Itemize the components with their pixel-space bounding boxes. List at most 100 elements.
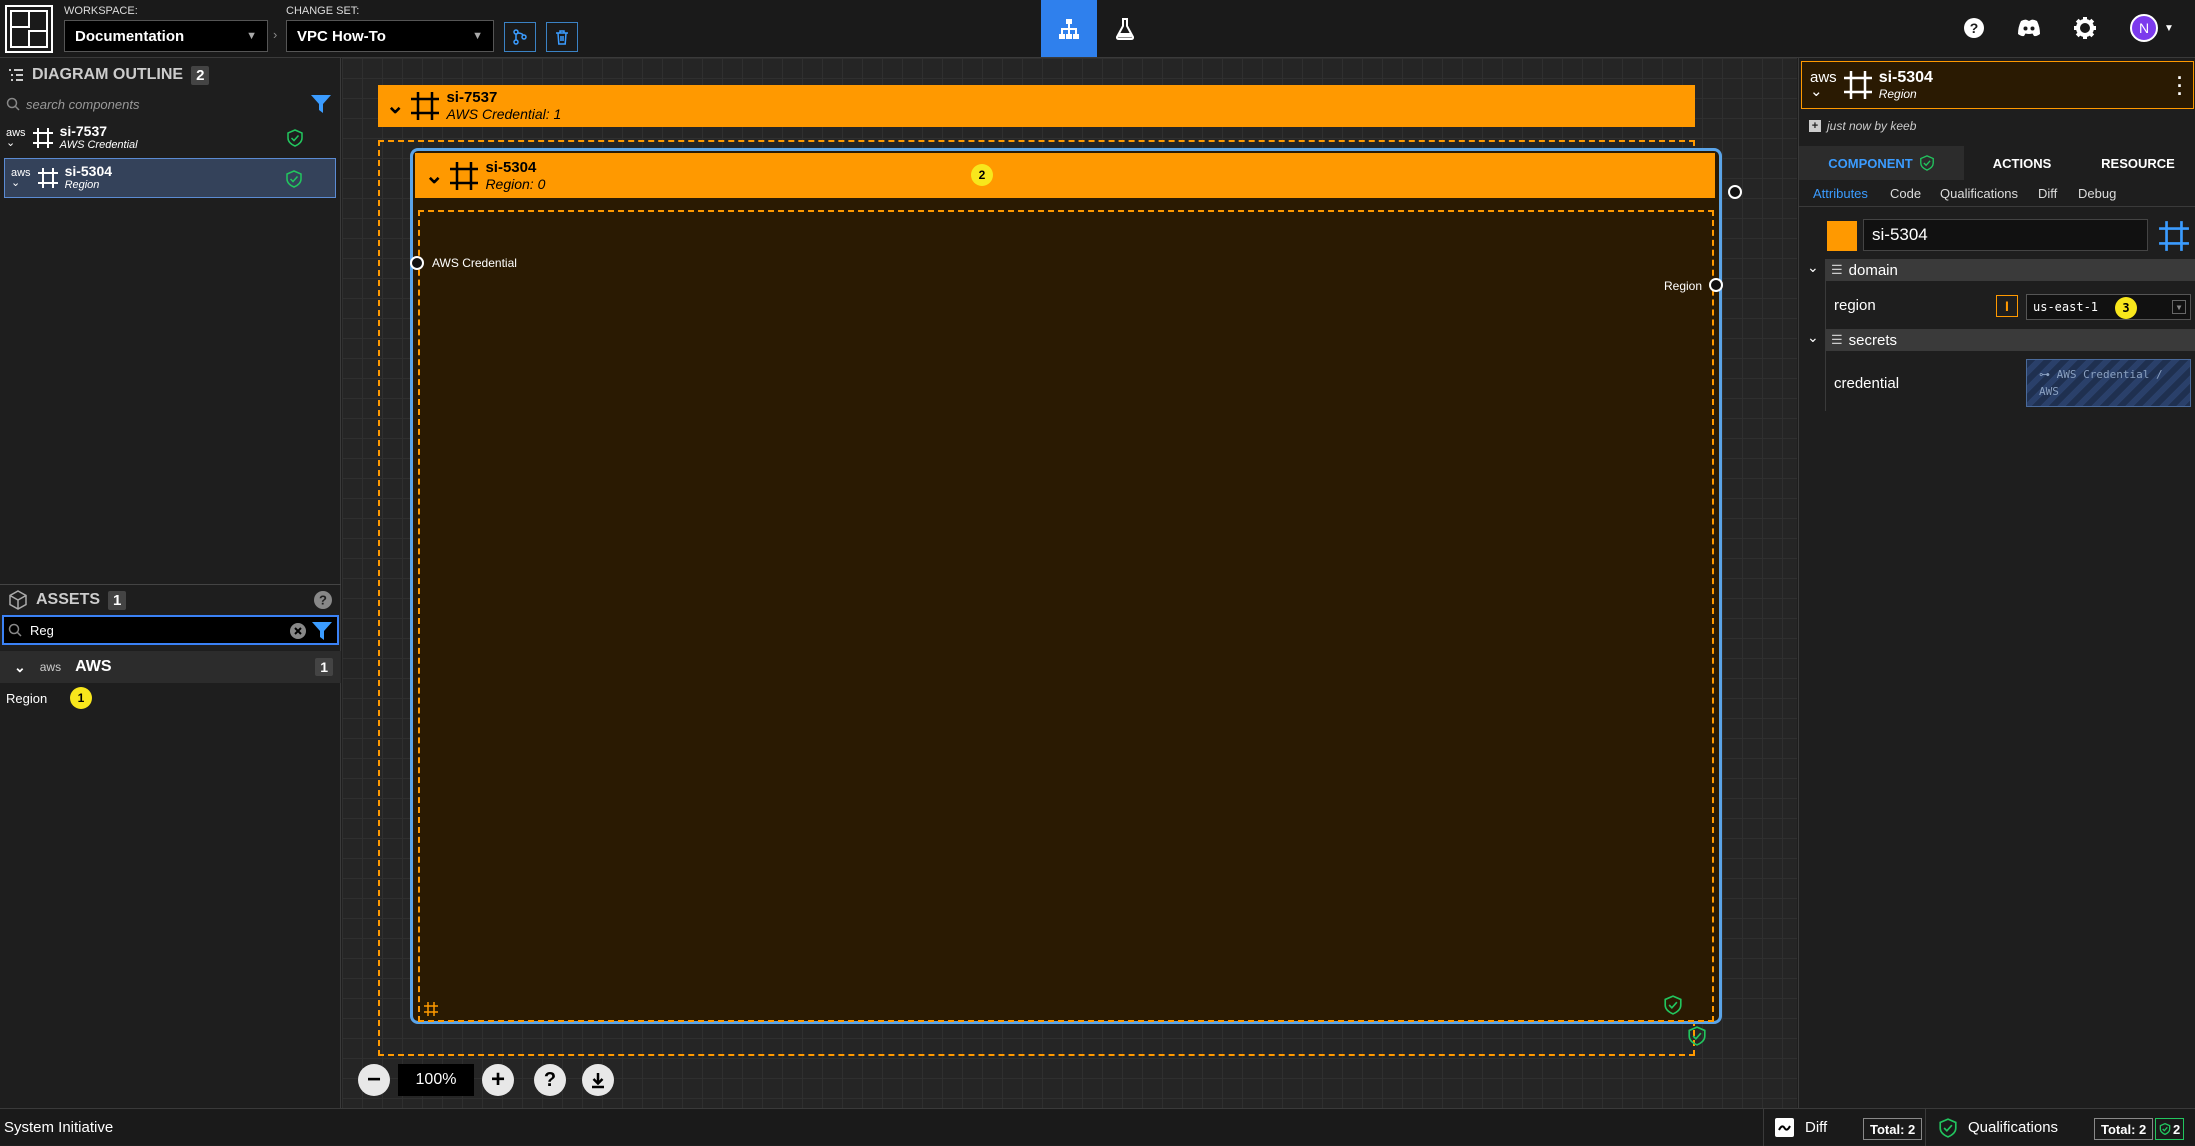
chevron-down-icon: ▼ bbox=[2172, 300, 2186, 314]
asset-search-input[interactable]: Reg bbox=[2, 615, 339, 645]
search-icon bbox=[6, 97, 20, 111]
trash-icon bbox=[556, 30, 568, 45]
socket-output-region[interactable] bbox=[1709, 278, 1723, 292]
subtab-code[interactable]: Code bbox=[1890, 186, 1921, 201]
sitemap-icon bbox=[1059, 18, 1079, 39]
prop-label: region bbox=[1834, 297, 1876, 314]
step-badge: 2 bbox=[971, 164, 993, 186]
qualification-check-icon bbox=[286, 170, 302, 188]
delete-changeset-button[interactable] bbox=[546, 22, 578, 52]
asset-search-value: Reg bbox=[30, 622, 54, 638]
aws-logo-icon: aws ⌄ bbox=[1810, 69, 1837, 100]
chevron-down-icon[interactable]: ⌄ bbox=[1807, 259, 1819, 276]
color-swatch[interactable] bbox=[1827, 221, 1857, 251]
asset-group-aws[interactable]: ⌄ aws AWS 1 bbox=[0, 651, 341, 683]
diagram-mode-button[interactable] bbox=[1041, 0, 1097, 57]
question-icon: ? bbox=[543, 1068, 557, 1091]
outline-item-type: AWS Credential bbox=[59, 139, 138, 151]
region-select[interactable]: us-east-1 ▼ 3 bbox=[2026, 294, 2191, 320]
discord-button[interactable] bbox=[2015, 14, 2043, 42]
plus-square-icon: + bbox=[1809, 120, 1821, 132]
section-domain[interactable]: ☰ domain bbox=[1825, 259, 2195, 281]
merge-changeset-button[interactable] bbox=[504, 22, 536, 52]
discord-icon bbox=[2018, 19, 2040, 37]
socket-output-label: Region bbox=[1664, 279, 1703, 293]
clear-icon[interactable] bbox=[289, 622, 307, 640]
tab-component[interactable]: COMPONENT bbox=[1799, 146, 1964, 180]
zoom-in-button[interactable]: + bbox=[482, 1064, 514, 1096]
chevron-down-icon[interactable]: ⌄ bbox=[1807, 329, 1819, 346]
component-search[interactable]: search components bbox=[0, 90, 340, 118]
subtab-diff[interactable]: Diff bbox=[2038, 186, 2057, 201]
tab-resource[interactable]: RESOURCE bbox=[2080, 146, 2195, 180]
diff-label[interactable]: Diff bbox=[1805, 1119, 1827, 1136]
help-icon[interactable]: ? bbox=[313, 590, 333, 610]
frame-body-si-5304[interactable] bbox=[418, 210, 1714, 1022]
qualifications-total: Total: 2 bbox=[2094, 1118, 2154, 1140]
gear-icon bbox=[2074, 17, 2096, 39]
subtab-attributes[interactable]: Attributes bbox=[1813, 186, 1868, 201]
changeset-dropdown[interactable]: VPC How-To ▼ bbox=[286, 20, 494, 52]
assets-title: ASSETS bbox=[36, 591, 101, 608]
qualifications-label[interactable]: Qualifications bbox=[1968, 1119, 2058, 1136]
more-vertical-icon[interactable]: · · · bbox=[2177, 69, 2183, 103]
step-badge: 3 bbox=[2115, 297, 2137, 319]
assets-header: ASSETS 1 ? bbox=[0, 585, 341, 615]
lab-mode-button[interactable] bbox=[1097, 0, 1153, 57]
component-name-input[interactable]: si-5304 bbox=[1863, 219, 2148, 251]
system-initiative-logo-icon[interactable] bbox=[5, 5, 53, 53]
divider bbox=[1925, 1109, 1926, 1146]
component-search-placeholder: search components bbox=[26, 96, 140, 112]
frame-icon bbox=[32, 128, 53, 148]
zoom-out-button[interactable]: − bbox=[358, 1064, 390, 1096]
step-badge: 1 bbox=[70, 687, 92, 709]
qualifications-ok: 2 bbox=[2155, 1118, 2185, 1140]
subtab-debug[interactable]: Debug bbox=[2078, 186, 2116, 201]
settings-button[interactable] bbox=[2071, 14, 2099, 42]
canvas-help-button[interactable]: ? bbox=[534, 1064, 566, 1096]
outline-item-name: si-5304 bbox=[64, 163, 113, 179]
help-button[interactable]: ? bbox=[1960, 14, 1988, 42]
top-bar: WORKSPACE: Documentation ▼ › CHANGE SET:… bbox=[0, 0, 2195, 58]
credential-secret-field[interactable]: ⊶ AWS Credential / AWS bbox=[2026, 359, 2191, 407]
outline-item-name: si-7537 bbox=[59, 123, 108, 139]
section-secrets[interactable]: ☰ secrets bbox=[1825, 329, 2195, 351]
plus-icon: + bbox=[490, 1066, 505, 1093]
download-button[interactable] bbox=[582, 1064, 614, 1096]
git-merge-icon bbox=[513, 29, 527, 45]
workspace-label: WORKSPACE: bbox=[64, 5, 138, 17]
svg-text:?: ? bbox=[1970, 20, 1979, 36]
chevron-down-icon: ▼ bbox=[246, 30, 257, 42]
question-circle-icon: ? bbox=[1964, 18, 1984, 38]
outline-item-si-5304[interactable]: aws ⌄ si-5304 Region bbox=[4, 158, 336, 198]
tab-actions[interactable]: ACTIONS bbox=[1964, 146, 2080, 180]
frame-icon bbox=[450, 161, 479, 190]
frame-header-si-5304[interactable]: ⌄ si-5304 Region: 0 2 bbox=[415, 153, 1715, 198]
diagram-canvas[interactable]: ⌄ si-7537 AWS Credential: 1 ⌄ si-5304 Regi… bbox=[342, 58, 1797, 1108]
frame-icon bbox=[37, 168, 58, 188]
outline-item-si-7537[interactable]: aws ⌄ si-7537 AWS Credential bbox=[0, 118, 340, 158]
list-tree-icon bbox=[9, 69, 23, 81]
section-title: domain bbox=[1848, 261, 1898, 279]
diff-icon[interactable] bbox=[1775, 1118, 1794, 1137]
chevron-down-icon: ⌄ bbox=[14, 658, 26, 675]
workspace-dropdown[interactable]: Documentation ▼ bbox=[64, 20, 268, 52]
text-cursor-icon[interactable]: I bbox=[1996, 295, 2018, 317]
diagram-outline-title: DIAGRAM OUTLINE bbox=[32, 66, 184, 83]
cube-icon bbox=[9, 590, 27, 610]
frame-name: si-5304 bbox=[485, 158, 537, 176]
user-menu[interactable]: N ▼ bbox=[2130, 14, 2174, 42]
frame-header-si-7537[interactable]: ⌄ si-7537 AWS Credential: 1 bbox=[378, 85, 1695, 127]
chevron-right-icon: › bbox=[273, 27, 278, 42]
asset-item-region[interactable]: Region 1 bbox=[0, 683, 341, 713]
socket-output-outer[interactable] bbox=[1728, 185, 1742, 199]
diff-total: Total: 2 bbox=[1863, 1118, 1923, 1140]
subtab-qualifications[interactable]: Qualifications bbox=[1940, 186, 2018, 201]
filter-icon[interactable] bbox=[310, 94, 332, 114]
diagram-outline-header: DIAGRAM OUTLINE 2 bbox=[0, 60, 340, 90]
socket-input-aws-credential[interactable] bbox=[410, 256, 424, 270]
filter-icon[interactable] bbox=[311, 621, 333, 641]
zoom-level[interactable]: 100% bbox=[398, 1064, 474, 1096]
qualification-check-icon bbox=[1939, 1118, 1957, 1138]
svg-text:?: ? bbox=[319, 593, 327, 608]
